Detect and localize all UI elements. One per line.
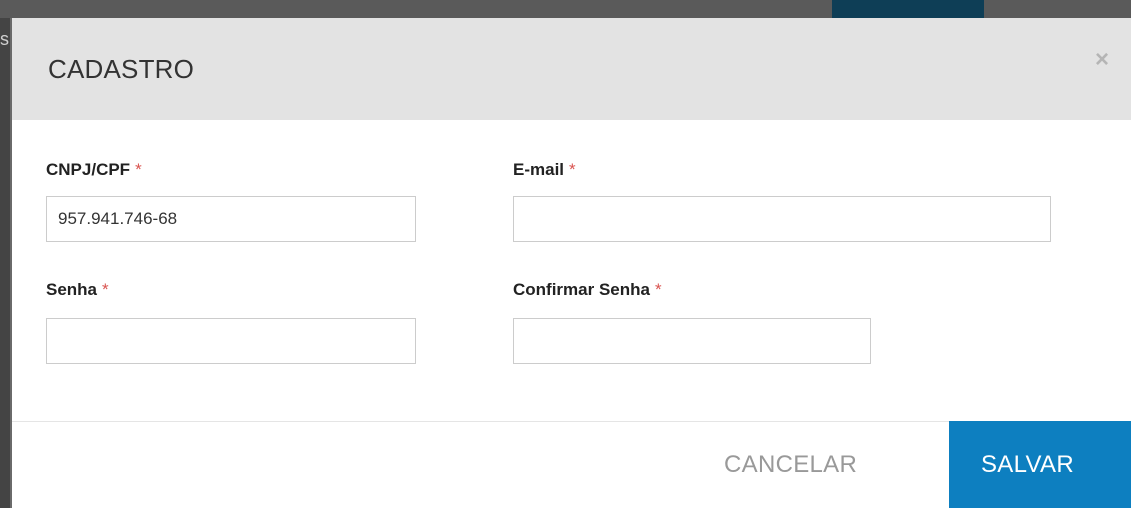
required-marker: * (654, 280, 662, 299)
password-input[interactable] (46, 318, 416, 364)
save-button[interactable]: SALVAR (949, 421, 1131, 508)
confirm-password-label: Confirmar Senha * (513, 280, 662, 299)
confirm-password-input[interactable] (513, 318, 871, 364)
modal-title: CADASTRO (48, 54, 195, 84)
confirm-password-field-group: Confirmar Senha * (513, 280, 871, 364)
cnpj-input[interactable] (46, 196, 416, 242)
email-label: E-mail * (513, 160, 576, 179)
required-marker: * (135, 160, 142, 179)
cancel-button[interactable]: CANCELAR (724, 451, 857, 479)
email-input[interactable] (513, 196, 1051, 242)
cnpj-label: CNPJ/CPF * (46, 160, 142, 179)
password-label: Senha * (46, 280, 109, 299)
modal-header: CADASTRO × (12, 18, 1131, 120)
cnpj-field-group: CNPJ/CPF * (46, 160, 416, 242)
backdrop-text: s (0, 29, 9, 49)
register-modal: CADASTRO × CNPJ/CPF* E-mail* Senha* Conf… (10, 18, 1131, 508)
required-marker: * (102, 280, 109, 299)
required-marker: * (569, 160, 576, 179)
close-icon[interactable]: × (1095, 48, 1109, 72)
password-field-group: Senha * (46, 280, 416, 364)
backdrop-active-tab (832, 0, 984, 18)
email-field-group: E-mail * (513, 160, 1051, 242)
